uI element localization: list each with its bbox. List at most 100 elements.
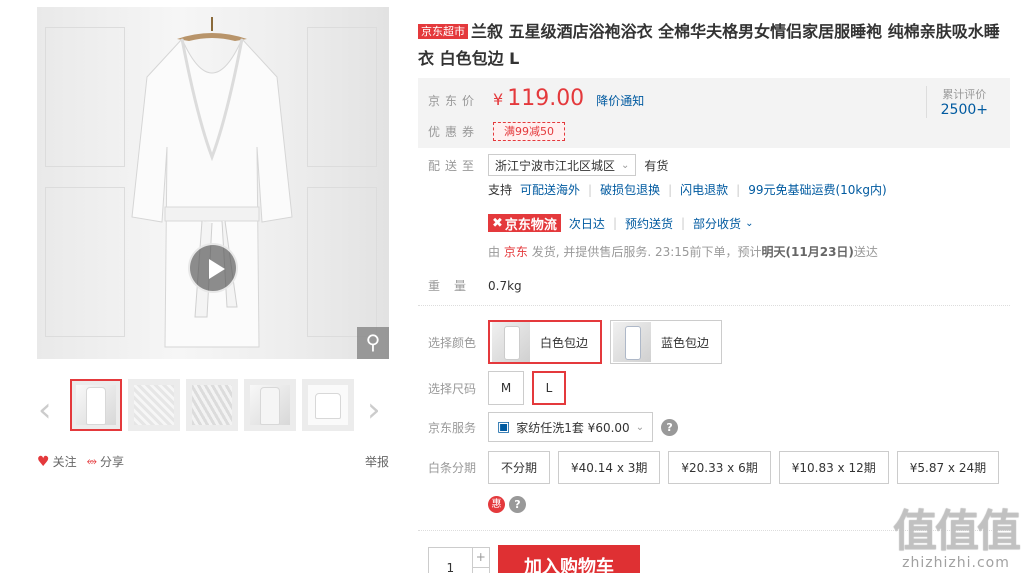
shipping-note: 由 京东 发货, 并提供售后服务. 23:15前下单，预计明天(11月23日)送… <box>488 243 878 260</box>
installment-promo-row: 惠 ? <box>488 496 526 513</box>
divider: | <box>681 216 686 230</box>
stock-status: 有货 <box>644 158 669 173</box>
support-label: 支持 <box>488 183 513 197</box>
section-divider <box>418 305 1010 306</box>
quantity-plus-button[interactable]: + <box>472 548 489 568</box>
thumbnail[interactable] <box>128 379 180 431</box>
thumbnail[interactable] <box>244 379 296 431</box>
report-link[interactable]: 举报 <box>365 453 389 470</box>
location-value: 浙江宁波市江北区城区 <box>495 158 616 173</box>
product-main-image[interactable]: ⚲ <box>37 7 389 359</box>
currency-symbol: ¥ <box>493 90 504 109</box>
help-icon[interactable]: ? <box>661 418 679 436</box>
installment-option[interactable]: ¥5.87 x 24期 <box>896 451 1000 484</box>
product-title: 京东超市 兰叙 五星级酒店浴袍浴衣 全棉华夫格男女情侣家居服睡袍 纯棉亲肤吸水睡衣… <box>418 18 1013 72</box>
support-link-fast-refund[interactable]: 闪电退款 <box>680 181 728 198</box>
quantity-input[interactable]: 1 <box>429 548 472 573</box>
play-video-button[interactable] <box>188 243 238 293</box>
chevron-down-icon[interactable]: ⌄ <box>745 218 753 229</box>
support-link-damage-return[interactable]: 破损包退换 <box>600 181 660 198</box>
chevron-left-icon[interactable]: ‹ <box>38 390 52 430</box>
support-services: 支持 可配送海外 | 破损包退换 | 闪电退款 | 99元免基础运费(10kg内… <box>488 181 887 198</box>
wall-panel <box>307 187 377 337</box>
delivery-row: 配送至 浙江宁波市江北区城区 ⌄ 有货 <box>428 154 668 176</box>
heart-icon: ♥ <box>37 453 50 470</box>
review-label: 累计评价 <box>942 88 987 101</box>
partial-receipt-link[interactable]: 部分收货 <box>693 215 741 232</box>
coupon-label: 优惠券 <box>428 125 480 139</box>
installment-option[interactable]: ¥20.33 x 6期 <box>668 451 771 484</box>
size-option-m[interactable]: M <box>488 371 524 405</box>
jd-supermarket-tag: 京东超市 <box>418 24 468 39</box>
review-count[interactable]: 2500+ <box>941 102 988 118</box>
support-link-free-shipping[interactable]: 99元免基础运费(10kg内) <box>748 181 886 198</box>
size-label: 选择尺码 <box>428 381 477 396</box>
installment-label: 白条分期 <box>428 461 477 475</box>
color-row: 选择颜色 白色包边 蓝色包边 <box>428 320 723 364</box>
price: ¥119.00 <box>493 86 584 111</box>
price-summary: 京东价 ¥119.00 降价通知 优惠券 满99减50 累计评价 2500+ <box>418 78 1010 148</box>
service-label: 京东服务 <box>428 420 477 435</box>
quantity-controls: + <box>471 548 489 573</box>
price-drop-notify-link[interactable]: 降价通知 <box>596 92 644 109</box>
color-option-label: 白色包边 <box>540 335 589 350</box>
weight-value: 0.7kg <box>488 278 522 293</box>
installment-row: 白条分期 不分期 ¥40.14 x 3期 ¥20.33 x 6期 ¥10.83 … <box>428 451 1000 484</box>
service-select[interactable]: ▣ 家纺任洗1套 ¥60.00 ⌄ <box>488 412 654 442</box>
coupon-row: 优惠券 满99减50 <box>428 122 566 141</box>
installment-option[interactable]: 不分期 <box>488 451 551 484</box>
thumbnail[interactable] <box>302 379 354 431</box>
chevron-down-icon: ⌄ <box>621 159 630 171</box>
eta-date: 明天(11月23日) <box>761 245 854 259</box>
divider: | <box>612 216 617 230</box>
note-suffix: 送达 <box>853 245 878 259</box>
watermark-logo: 值值值 <box>893 506 1021 557</box>
add-to-cart-button[interactable]: 加入购物车 <box>498 545 640 573</box>
coupon-badge[interactable]: 满99减50 <box>493 122 566 141</box>
jd-logistics-brand: 京东物流 <box>504 217 557 233</box>
support-link-overseas[interactable]: 可配送海外 <box>520 181 580 198</box>
color-option-label: 蓝色包边 <box>661 335 710 350</box>
chevron-down-icon: ⌄ <box>635 421 645 433</box>
price-label: 京东价 <box>428 94 480 108</box>
wall-panel <box>45 187 125 337</box>
location-select[interactable]: 浙江宁波市江北区城区 ⌄ <box>488 154 637 176</box>
follow-button[interactable]: ♥ 关注 <box>37 453 77 470</box>
note-mid: 发货, 并提供售后服务. 23:15前下单，预计 <box>531 245 762 259</box>
color-swatch-image <box>492 322 530 362</box>
help-icon[interactable]: ? <box>509 496 526 513</box>
scheduled-delivery-link[interactable]: 预约送货 <box>625 215 673 232</box>
color-option-white[interactable]: 白色包边 <box>488 320 603 364</box>
note-prefix: 由 <box>488 245 501 259</box>
installment-option[interactable]: ¥10.83 x 12期 <box>778 451 889 484</box>
review-summary[interactable]: 累计评价 2500+ <box>925 86 988 118</box>
wall-panel <box>307 27 377 167</box>
jd-logistics-row: ✖ 京东物流 次日达 | 预约送货 | 部分收货 ⌄ <box>488 214 753 233</box>
weight-label: 重量 <box>428 279 481 293</box>
size-row: 选择尺码 M L <box>428 371 566 405</box>
quantity-minus-button[interactable] <box>473 568 489 573</box>
color-option-blue[interactable]: 蓝色包边 <box>610 320 723 364</box>
quantity-stepper[interactable]: 1 + <box>428 547 490 573</box>
divider: | <box>736 182 741 197</box>
watermark-url: zhizhizhi.com <box>902 555 1010 571</box>
thumbnail[interactable] <box>186 379 238 431</box>
installment-option[interactable]: ¥40.14 x 3期 <box>558 451 661 484</box>
laundry-service-icon: ▣ <box>497 419 511 435</box>
chevron-right-icon[interactable]: › <box>367 390 381 430</box>
jd-logistics-logo: ✖ 京东物流 <box>488 214 561 233</box>
thumbnail[interactable] <box>70 379 122 431</box>
robe-illustration <box>131 17 293 348</box>
discount-icon[interactable]: 惠 <box>488 496 505 513</box>
divider: | <box>588 182 593 197</box>
size-option-l[interactable]: L <box>532 371 566 405</box>
share-button[interactable]: ⥈ 分享 <box>87 453 124 470</box>
seller-link[interactable]: 京东 <box>504 245 528 259</box>
jd-logistics-icon: ✖ <box>492 215 503 231</box>
zoom-icon[interactable]: ⚲ <box>357 327 389 359</box>
site-watermark: 值值值 zhizhizhi.com <box>893 506 1021 572</box>
price-row: 京东价 ¥119.00 降价通知 <box>428 86 644 111</box>
share-label: 分享 <box>99 455 124 469</box>
follow-label: 关注 <box>52 455 77 469</box>
next-day-link[interactable]: 次日达 <box>569 215 605 232</box>
